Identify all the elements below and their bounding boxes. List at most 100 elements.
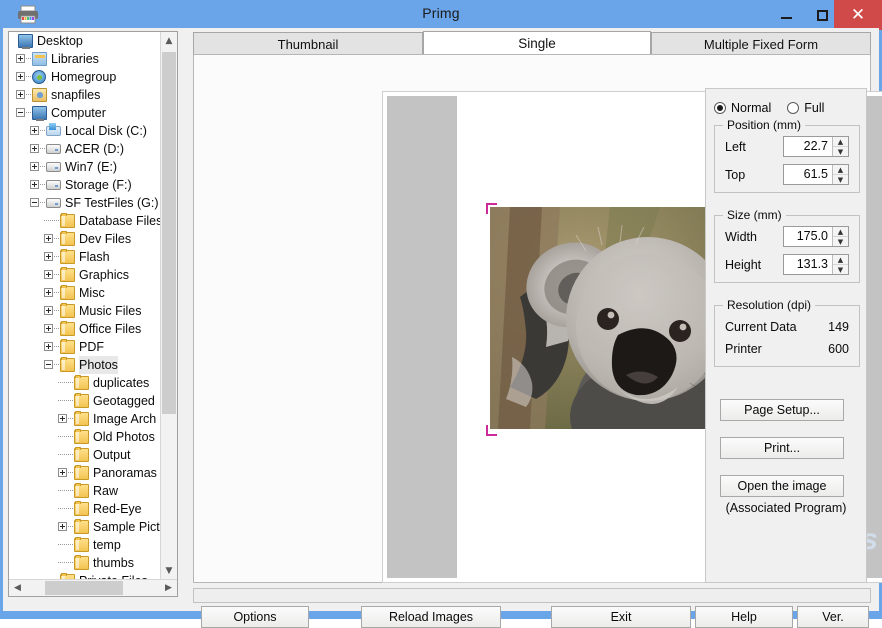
tree-item[interactable]: Graphics [9, 266, 161, 284]
associated-program-note: (Associated Program) [725, 501, 847, 515]
tree-item[interactable]: Red-Eye [9, 500, 161, 518]
width-spin-buttons[interactable]: ▲ ▼ [832, 227, 848, 246]
tree-item[interactable]: Image Arch [9, 410, 161, 428]
expand-icon[interactable] [44, 288, 53, 297]
help-button[interactable]: Help [695, 606, 793, 628]
tree-item[interactable]: Old Photos [9, 428, 161, 446]
tree-item-label: Libraries [51, 52, 99, 66]
expand-icon[interactable] [30, 180, 39, 189]
tree-item[interactable]: Libraries [9, 50, 161, 68]
selection-handle-bottom-left[interactable] [486, 425, 497, 436]
tree-item[interactable]: Local Disk (C:) [9, 122, 161, 140]
tree-item[interactable]: Geotagged [9, 392, 161, 410]
height-spinner[interactable]: 131.3 ▲ ▼ [783, 254, 849, 275]
expand-icon[interactable] [58, 468, 67, 477]
tree-item[interactable]: Flash [9, 248, 161, 266]
tree-item[interactable]: Raw [9, 482, 161, 500]
width-spinner[interactable]: 175.0 ▲ ▼ [783, 226, 849, 247]
tree-item[interactable]: ACER (D:) [9, 140, 161, 158]
collapse-icon[interactable] [30, 198, 39, 207]
top-spin-buttons[interactable]: ▲ ▼ [832, 165, 848, 184]
tree-item[interactable]: SF TestFiles (G:) [9, 194, 161, 212]
expand-icon[interactable] [58, 414, 67, 423]
expand-icon[interactable] [44, 252, 53, 261]
tree-item[interactable]: Win7 (E:) [9, 158, 161, 176]
tree-connector [58, 508, 73, 509]
expand-icon[interactable] [30, 162, 39, 171]
spin-down-icon[interactable]: ▼ [833, 237, 848, 246]
tree-vertical-scrollbar[interactable]: ▲ ▼ [160, 32, 177, 579]
tree-item[interactable]: temp [9, 536, 161, 554]
radio-normal[interactable] [714, 102, 726, 114]
expand-icon[interactable] [30, 144, 39, 153]
expand-icon[interactable] [58, 522, 67, 531]
tree-item[interactable]: Storage (F:) [9, 176, 161, 194]
options-button[interactable]: Options [201, 606, 309, 628]
tree-hscroll-thumb[interactable] [45, 581, 123, 595]
spin-up-icon[interactable]: ▲ [833, 255, 848, 265]
expand-icon[interactable] [30, 126, 39, 135]
spin-up-icon[interactable]: ▲ [833, 137, 848, 147]
top-spinner[interactable]: 61.5 ▲ ▼ [783, 164, 849, 185]
height-spin-buttons[interactable]: ▲ ▼ [832, 255, 848, 274]
folder-tree[interactable]: Desktop Libraries Homegroup snapfiles Comput… [8, 31, 178, 597]
scroll-up-icon[interactable]: ▲ [161, 32, 177, 49]
width-value[interactable]: 175.0 [784, 227, 832, 246]
scroll-down-icon[interactable]: ▼ [161, 562, 177, 579]
version-button[interactable]: Ver. [797, 606, 869, 628]
tab-multiple-fixed-form[interactable]: Multiple Fixed Form [651, 32, 871, 55]
tree-item[interactable]: duplicates [9, 374, 161, 392]
collapse-icon[interactable] [16, 108, 25, 117]
tree-item[interactable]: Office Files [9, 320, 161, 338]
spin-up-icon[interactable]: ▲ [833, 227, 848, 237]
tab-single[interactable]: Single [423, 31, 651, 56]
tree-item[interactable]: Computer [9, 104, 161, 122]
tree-item[interactable]: snapfiles [9, 86, 161, 104]
tree-item[interactable]: Homegroup [9, 68, 161, 86]
expand-icon[interactable] [44, 324, 53, 333]
scroll-left-icon[interactable]: ◀ [9, 580, 26, 596]
tree-vscroll-thumb[interactable] [162, 52, 176, 414]
tree-item[interactable]: Private Files [9, 572, 161, 579]
tree-item[interactable]: Desktop [9, 32, 161, 50]
top-value[interactable]: 61.5 [784, 165, 832, 184]
tree-item[interactable]: Database Files [9, 212, 161, 230]
expand-icon[interactable] [16, 72, 25, 81]
tree-item[interactable]: Panoramas [9, 464, 161, 482]
tab-thumbnail[interactable]: Thumbnail [193, 32, 423, 55]
reload-images-button[interactable]: Reload Images [361, 606, 501, 628]
open-image-button[interactable]: Open the image [720, 475, 844, 497]
tree-item[interactable]: Output [9, 446, 161, 464]
expand-icon[interactable] [44, 342, 53, 351]
tree-item[interactable]: Misc [9, 284, 161, 302]
collapse-icon[interactable] [44, 360, 53, 369]
expand-icon[interactable] [44, 306, 53, 315]
expand-icon[interactable] [16, 90, 25, 99]
radio-full[interactable] [787, 102, 800, 114]
tree-item[interactable]: thumbs [9, 554, 161, 572]
left-value[interactable]: 22.7 [784, 137, 832, 156]
tree-item[interactable]: PDF [9, 338, 161, 356]
tree-item[interactable]: Sample Pict [9, 518, 161, 536]
print-button[interactable]: Print... [720, 437, 844, 459]
height-value[interactable]: 131.3 [784, 255, 832, 274]
expand-icon[interactable] [44, 270, 53, 279]
tree-horizontal-scrollbar[interactable]: ◀ ▶ [9, 579, 177, 596]
tree-item[interactable]: Photos [9, 356, 161, 374]
spin-down-icon[interactable]: ▼ [833, 175, 848, 184]
scroll-right-icon[interactable]: ▶ [160, 580, 177, 596]
tree-item[interactable]: Music Files [9, 302, 161, 320]
page-setup-button[interactable]: Page Setup... [720, 399, 844, 421]
selection-handle-top-left[interactable] [486, 203, 497, 214]
folder-icon [60, 267, 75, 282]
spin-up-icon[interactable]: ▲ [833, 165, 848, 175]
expand-icon[interactable] [44, 234, 53, 243]
close-button[interactable]: ✕ [834, 0, 882, 30]
expand-icon[interactable] [16, 54, 25, 63]
exit-button[interactable]: Exit [551, 606, 691, 628]
tree-item[interactable]: Dev Files [9, 230, 161, 248]
left-spinner[interactable]: 22.7 ▲ ▼ [783, 136, 849, 157]
left-spin-buttons[interactable]: ▲ ▼ [832, 137, 848, 156]
spin-down-icon[interactable]: ▼ [833, 265, 848, 274]
spin-down-icon[interactable]: ▼ [833, 147, 848, 156]
